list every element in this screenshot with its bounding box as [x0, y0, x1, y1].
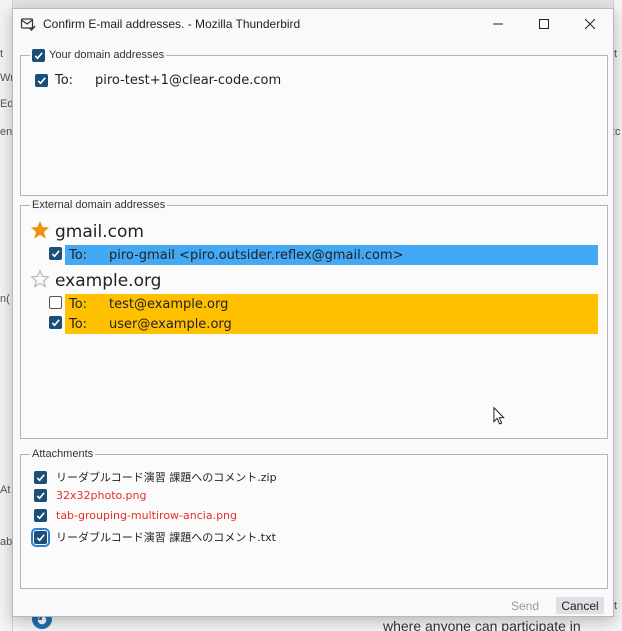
- recipient-checkbox[interactable]: [49, 316, 62, 329]
- external-addresses-group: External domain addresses gmail.com To: …: [20, 198, 608, 439]
- attachment-row: tab-grouping-multirow-ancia.png: [34, 509, 237, 522]
- star-outline-icon[interactable]: [30, 269, 50, 292]
- thunderbird-confirm-icon: [20, 16, 36, 32]
- domain-name: example.org: [55, 270, 162, 291]
- internal-group-checkbox[interactable]: [32, 48, 45, 62]
- external-group-legend: External domain addresses: [30, 198, 168, 212]
- confirm-dialog: Confirm E-mail addresses. - Mozilla Thun…: [12, 8, 614, 617]
- recipient-type: To:: [55, 73, 74, 88]
- recipient-checkbox[interactable]: [49, 296, 62, 309]
- attachments-group: Attachments リーダブルコード演習 課題へのコメント.zip 32x3…: [20, 447, 608, 589]
- recipient-address: user@example.org: [109, 316, 232, 332]
- attachment-checkbox[interactable]: [34, 509, 47, 522]
- recipient-type: To:: [69, 316, 88, 332]
- close-button[interactable]: [567, 9, 613, 39]
- recipient-type: To:: [69, 247, 88, 263]
- minimize-icon: [493, 23, 503, 25]
- attachment-row: リーダブルコード演習 課題へのコメント.zip: [34, 469, 277, 485]
- recipient-checkbox[interactable]: [49, 247, 62, 260]
- close-icon: [585, 19, 595, 29]
- check-icon: [51, 319, 60, 327]
- internal-group-legend: Your domain addresses: [30, 48, 167, 62]
- attachment-row: リーダブルコード演習 課題へのコメント.txt: [31, 527, 276, 547]
- bg-fragment: n(: [0, 293, 10, 305]
- attachment-name: tab-grouping-multirow-ancia.png: [56, 509, 238, 522]
- recipient-highlight-row[interactable]: To: piro-gmail <piro.outsider.reflex@gma…: [65, 245, 598, 265]
- check-icon: [36, 473, 45, 481]
- star-filled-icon[interactable]: [30, 220, 50, 243]
- recipient-row: [49, 247, 62, 260]
- background-message-text: where anyone can participate in: [383, 618, 581, 631]
- domain-header-example: example.org: [30, 269, 161, 292]
- attachment-checkbox[interactable]: [34, 489, 47, 502]
- recipient-address: piro-test+1@clear-code.com: [95, 73, 282, 88]
- domain-name: gmail.com: [55, 221, 144, 242]
- attachment-name: リーダブルコード演習 課題へのコメント.zip: [56, 471, 277, 484]
- recipient-row: To: piro-test+1@clear-code.com: [35, 73, 281, 88]
- maximize-button[interactable]: [521, 9, 567, 39]
- window-title: Confirm E-mail addresses. - Mozilla Thun…: [43, 17, 301, 31]
- check-icon: [36, 512, 45, 520]
- check-icon: [34, 51, 43, 59]
- attachment-name: リーダブルコード演習 課題へのコメント.txt: [56, 531, 276, 544]
- send-button[interactable]: Send: [505, 597, 545, 614]
- title-bar[interactable]: Confirm E-mail addresses. - Mozilla Thun…: [13, 9, 613, 39]
- maximize-icon: [539, 19, 549, 29]
- recipient-type: To:: [69, 296, 88, 312]
- bg-fragment: ab: [0, 536, 13, 548]
- minimize-button[interactable]: [475, 9, 521, 39]
- bg-fragment: t: [614, 600, 618, 612]
- attachments-group-legend: Attachments: [30, 447, 96, 461]
- cancel-button[interactable]: Cancel: [556, 597, 604, 614]
- recipient-row: [49, 316, 62, 329]
- background-app-top: [13, 0, 613, 8]
- check-icon: [36, 492, 45, 500]
- attachment-checkbox[interactable]: [34, 470, 47, 484]
- attachment-name: 32x32photo.png: [56, 489, 147, 502]
- recipient-highlight-row[interactable]: To: user@example.org: [65, 314, 598, 334]
- domain-header-gmail: gmail.com: [30, 220, 144, 243]
- bg-fragment: t: [614, 48, 618, 60]
- recipient-highlight-row[interactable]: To: test@example.org: [65, 294, 598, 314]
- recipient-address: piro-gmail <piro.outsider.reflex@gmail.c…: [109, 247, 404, 263]
- bg-fragment: en: [0, 126, 13, 138]
- internal-group-label: Your domain addresses: [49, 49, 165, 61]
- recipient-row: [49, 296, 62, 309]
- bg-fragment: t: [0, 48, 4, 60]
- attachment-row: 32x32photo.png: [34, 489, 146, 502]
- check-icon: [37, 77, 46, 85]
- background-app-right: [613, 0, 622, 631]
- mouse-cursor-icon: [493, 406, 506, 429]
- attachment-checkbox[interactable]: [31, 527, 50, 547]
- bg-fragment: At: [0, 484, 11, 496]
- internal-addresses-group: Your domain addresses To: piro-test+1@cl…: [20, 48, 608, 196]
- recipient-address: test@example.org: [109, 296, 229, 312]
- check-icon: [36, 533, 45, 541]
- check-icon: [51, 250, 60, 258]
- recipient-checkbox[interactable]: [35, 74, 48, 87]
